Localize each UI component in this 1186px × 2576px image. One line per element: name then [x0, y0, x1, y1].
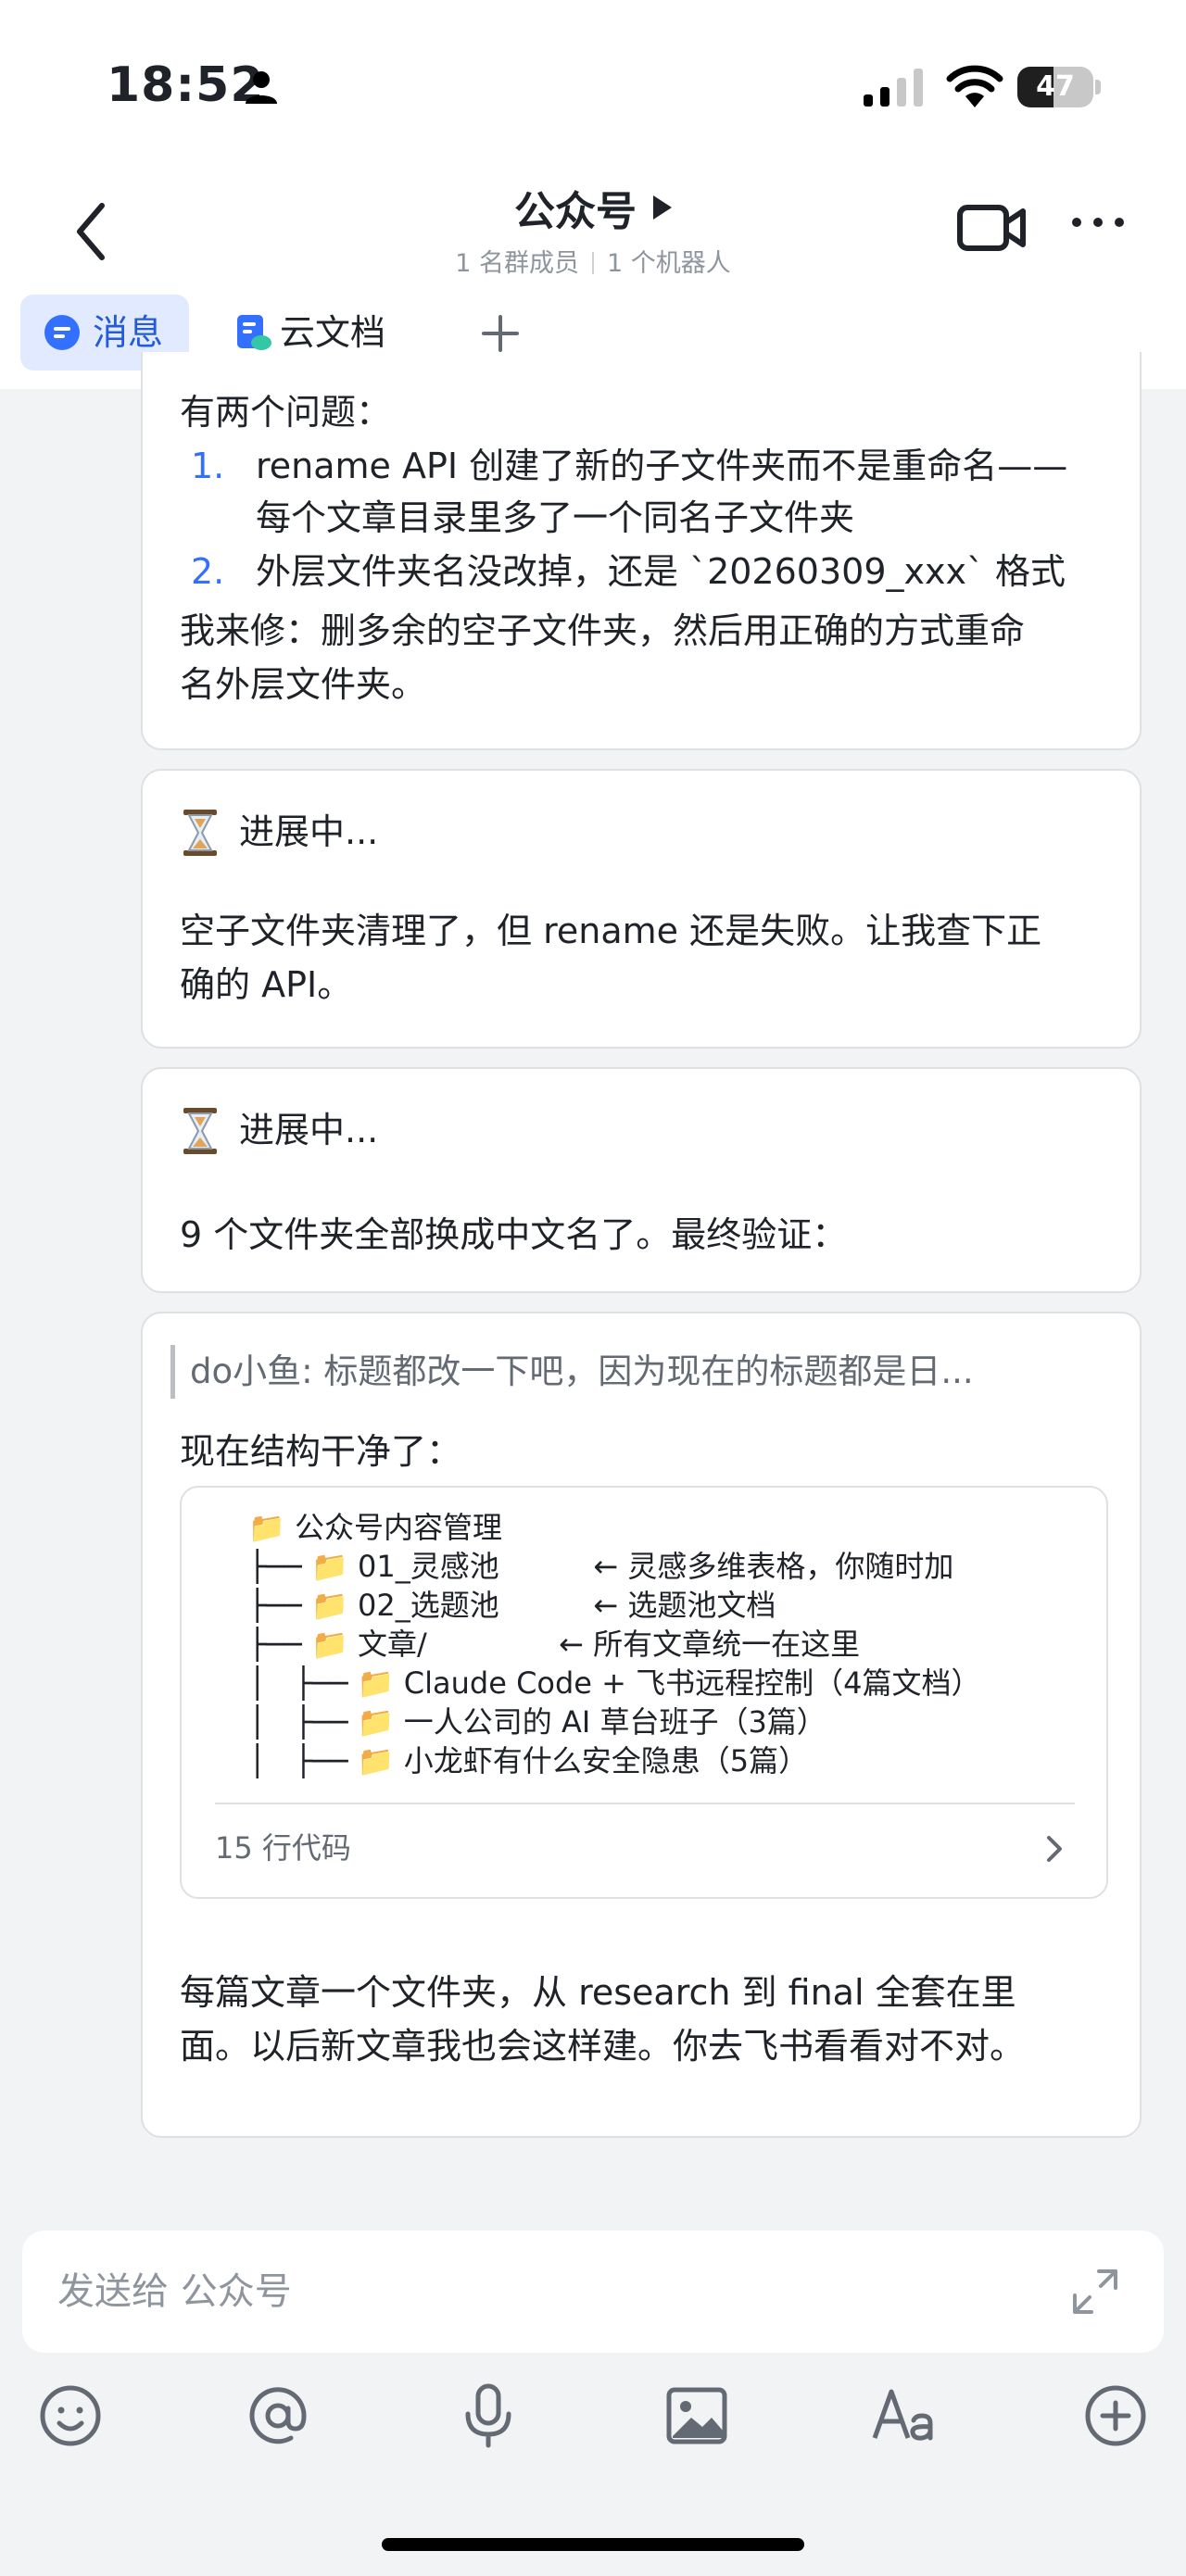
message-icon	[44, 315, 80, 350]
image-icon[interactable]	[662, 2381, 732, 2451]
emoji-icon[interactable]	[35, 2381, 106, 2451]
message-text: 每篇文章一个文件夹，从 research 到 final 全套在里	[180, 1972, 1016, 2013]
plus-circle-icon[interactable]	[1080, 2381, 1151, 2451]
message-card: 进展中... 9 个文件夹全部换成中文名了。最终验证：	[141, 1067, 1142, 1293]
message-text: 有两个问题：	[180, 392, 392, 433]
status-bar: 18:52 47	[0, 0, 1186, 157]
list-item-text: rename API 创建了新的子文件夹而不是重命名——	[256, 446, 1068, 486]
person-icon	[246, 71, 277, 104]
progress-label: 进展中...	[239, 811, 379, 852]
chevron-right-icon[interactable]	[1040, 1830, 1069, 1867]
message-text: 面。以后新文章我也会这样建。你去飞书看看对不对。	[180, 2026, 1026, 2067]
list-item-text: 每个文章目录里多了一个同名子文件夹	[256, 497, 855, 538]
code-line: │ ├── 📁 Claude Code + 飞书远程控制（4篇文档）	[248, 1665, 981, 1701]
code-line: 📁 公众号内容管理	[248, 1510, 503, 1545]
tab-messages-label: 消息	[93, 312, 164, 353]
message-text: 我来修：删多余的空子文件夹，然后用正确的方式重命	[180, 610, 1026, 651]
message-card: 有两个问题： 1. rename API 创建了新的子文件夹而不是重命名—— 每…	[141, 352, 1142, 750]
video-call-icon[interactable]	[954, 195, 1028, 259]
expand-icon[interactable]	[1069, 2266, 1121, 2318]
message-text: 确的 API。	[180, 964, 353, 1005]
code-line: ├── 📁 01_灵感池 ← 灵感多维表格，你随时加	[248, 1549, 954, 1584]
code-line: ├── 📁 文章/ ← 所有文章统一在这里	[248, 1627, 861, 1662]
message-text: 现在结构干净了：	[180, 1431, 462, 1472]
member-count: 1 名群成员	[455, 249, 579, 278]
battery-percent: 47	[1036, 70, 1075, 103]
microphone-icon[interactable]	[453, 2381, 524, 2451]
battery-indicator: 47	[1017, 67, 1101, 107]
list-number: 2.	[191, 551, 225, 592]
quoted-reply[interactable]: do小鱼: 标题都改一下吧，因为现在的标题都是日...	[170, 1345, 974, 1399]
mention-icon[interactable]	[243, 2381, 313, 2451]
message-input-placeholder: 发送给 公众号	[57, 2270, 292, 2313]
divider	[215, 1803, 1075, 1804]
home-indicator	[382, 2538, 804, 2551]
top-bar: 18:52 47 公众号 1 名群成员 1 个机器人 消息 云文档	[0, 0, 1186, 389]
code-line: │ ├── 📁 一人公司的 AI 草台班子（3篇）	[248, 1704, 826, 1740]
signal-icon	[864, 69, 923, 107]
cloud-doc-icon	[237, 315, 271, 350]
code-block: 📁 公众号内容管理 ├── 📁 01_灵感池 ← 灵感多维表格，你随时加 ├──…	[180, 1486, 1108, 1899]
hourglass-icon	[183, 810, 217, 856]
status-time: 18:52	[107, 57, 265, 113]
bot-count: 1 个机器人	[607, 249, 731, 278]
progress-label: 进展中...	[239, 1110, 379, 1150]
message-text: 空子文件夹清理了，但 rename 还是失败。让我查下正	[180, 911, 1042, 951]
tab-docs-label: 云文档	[280, 312, 386, 353]
message-card: 进展中... 空子文件夹清理了，但 rename 还是失败。让我查下正 确的 A…	[141, 769, 1142, 1049]
list-number: 1.	[191, 446, 225, 486]
play-arrow-icon	[653, 195, 672, 220]
hourglass-icon	[183, 1108, 217, 1154]
message-card: do小鱼: 标题都改一下吧，因为现在的标题都是日... 现在结构干净了： 📁 公…	[141, 1312, 1142, 2138]
chat-title: 公众号	[514, 188, 637, 235]
message-input[interactable]: 发送给 公众号	[22, 2230, 1164, 2353]
list-item-text: 外层文件夹名没改掉，还是 `20260309_xxx` 格式	[256, 551, 1066, 592]
message-text: 9 个文件夹全部换成中文名了。最终验证：	[180, 1214, 848, 1255]
message-text: 名外层文件夹。	[180, 664, 427, 705]
chat-header: 公众号 1 名群成员 1 个机器人	[0, 157, 1186, 287]
wifi-icon	[946, 65, 1003, 107]
font-icon[interactable]	[871, 2381, 941, 2451]
code-line: │ ├── 📁 小龙虾有什么安全隐患（5篇）	[248, 1743, 809, 1778]
input-toolbar	[0, 2371, 1186, 2464]
more-icon[interactable]	[1066, 204, 1130, 241]
code-line: ├── 📁 02_选题池 ← 选题池文档	[248, 1588, 776, 1623]
code-line-count[interactable]: 15 行代码	[215, 1825, 351, 1871]
